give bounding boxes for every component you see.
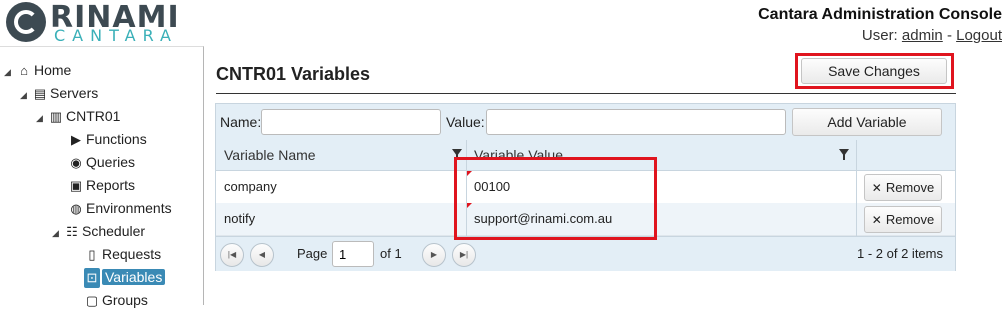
tree-item-scheduler[interactable]: ◢ ☷ Scheduler [52, 221, 145, 241]
value-label: Value: [446, 114, 485, 130]
rinami-cantara-logo: RINAMI CANTARA [6, 0, 186, 46]
user-separator: - [946, 27, 952, 44]
groups-icon: ▢ [85, 293, 99, 308]
tree-item-variables[interactable]: ⊡ Variables [84, 267, 166, 288]
name-label: Name: [220, 114, 262, 130]
collapse-arrow-icon[interactable]: ◢ [20, 85, 32, 105]
tree-item-cntr01[interactable]: ◢ ▥ CNTR01 [36, 106, 120, 126]
cell-variable-name[interactable]: notify [216, 203, 466, 235]
previous-page-icon[interactable]: ◀ [250, 243, 274, 267]
collapse-arrow-icon[interactable]: ◢ [4, 62, 16, 82]
logout-link[interactable]: Logout [956, 27, 1002, 44]
page-number-input[interactable] [332, 241, 374, 267]
function-icon: ▶ [71, 132, 81, 147]
page-of-label: of 1 [380, 246, 402, 261]
column-header-variable-value[interactable]: Variable Value [466, 140, 856, 170]
tree-item-servers[interactable]: ◢ ▤ Servers [20, 83, 98, 103]
scheduler-icon: ☷ [66, 224, 78, 239]
page-title: CNTR01 Variables [216, 64, 371, 84]
printer-icon: ▣ [69, 178, 83, 193]
globe-icon: ◍ [70, 201, 82, 216]
variables-grid: Name: Value: Add Variable Variable Name … [215, 103, 956, 271]
app-title: Cantara Administration Console [758, 6, 1002, 23]
user-prefix: User: [861, 27, 898, 44]
collapse-arrow-icon[interactable]: ◢ [52, 223, 64, 243]
column-divider [466, 140, 467, 238]
user-name-link[interactable]: admin [902, 27, 943, 44]
title-divider [216, 93, 956, 94]
database-icon: ◉ [70, 155, 82, 170]
cell-variable-name[interactable]: company [216, 171, 466, 203]
server-icon: ▥ [49, 109, 63, 124]
tree-item-functions[interactable]: ▶ Functions [68, 129, 147, 149]
tree-item-queries[interactable]: ◉ Queries [68, 152, 135, 172]
close-icon: ✕ [871, 181, 882, 195]
add-variable-button[interactable]: Add Variable [792, 108, 942, 136]
tree-item-requests[interactable]: ▯ Requests [84, 244, 161, 264]
first-page-icon[interactable]: |◀ [220, 243, 244, 267]
filter-icon[interactable] [839, 149, 849, 160]
page-label: Page [297, 246, 328, 261]
pager-info: 1 - 2 of 2 items [857, 246, 943, 261]
tree-item-groups[interactable]: ▢ Groups [84, 290, 148, 310]
last-page-icon[interactable]: ▶| [452, 243, 476, 267]
remove-button[interactable]: ✕ Remove [864, 206, 942, 233]
home-icon: ⌂ [20, 63, 28, 78]
sidebar-tree: ◢ ⌂ Home ◢ ▤ Servers ◢ ▥ CNTR01 ▶ Functions ◉ Qu… [0, 46, 204, 308]
tree-item-home[interactable]: ◢ ⌂ Home [4, 60, 71, 80]
save-changes-button[interactable]: Save Changes [801, 58, 947, 84]
column-header-variable-name[interactable]: Variable Name [216, 140, 466, 170]
logo-mark-icon [6, 2, 46, 42]
user-line: User: admin - Logout [862, 27, 1002, 44]
next-page-icon[interactable]: ▶ [422, 243, 446, 267]
logo-wordmark-bottom: CANTARA [54, 26, 178, 45]
grid-toolbar: Name: Value: Add Variable [216, 104, 955, 141]
tree-item-reports[interactable]: ▣ Reports [68, 175, 135, 195]
column-divider [856, 140, 857, 238]
grid-pager: |◀ ◀ Page of 1 ▶ ▶| 1 - 2 of 2 items [216, 236, 955, 271]
variables-icon: ⊡ [84, 268, 100, 288]
document-icon: ▯ [88, 247, 96, 262]
tree-item-environments[interactable]: ◍ Environments [68, 198, 171, 218]
grid-header: Variable Name Variable Value [216, 140, 955, 171]
filter-icon[interactable] [452, 149, 462, 160]
name-input[interactable] [261, 109, 441, 135]
cell-variable-value[interactable]: support@rinami.com.au [466, 203, 856, 235]
remove-button[interactable]: ✕ Remove [864, 174, 942, 201]
collapse-arrow-icon[interactable]: ◢ [36, 108, 48, 128]
close-icon: ✕ [871, 213, 882, 227]
cell-variable-value[interactable]: 00100 [466, 171, 856, 203]
table-row: company 00100 ✕ Remove [216, 171, 955, 204]
value-input[interactable] [486, 109, 786, 135]
servers-icon: ▤ [33, 86, 47, 101]
table-row: notify support@rinami.com.au ✕ Remove [216, 203, 955, 236]
